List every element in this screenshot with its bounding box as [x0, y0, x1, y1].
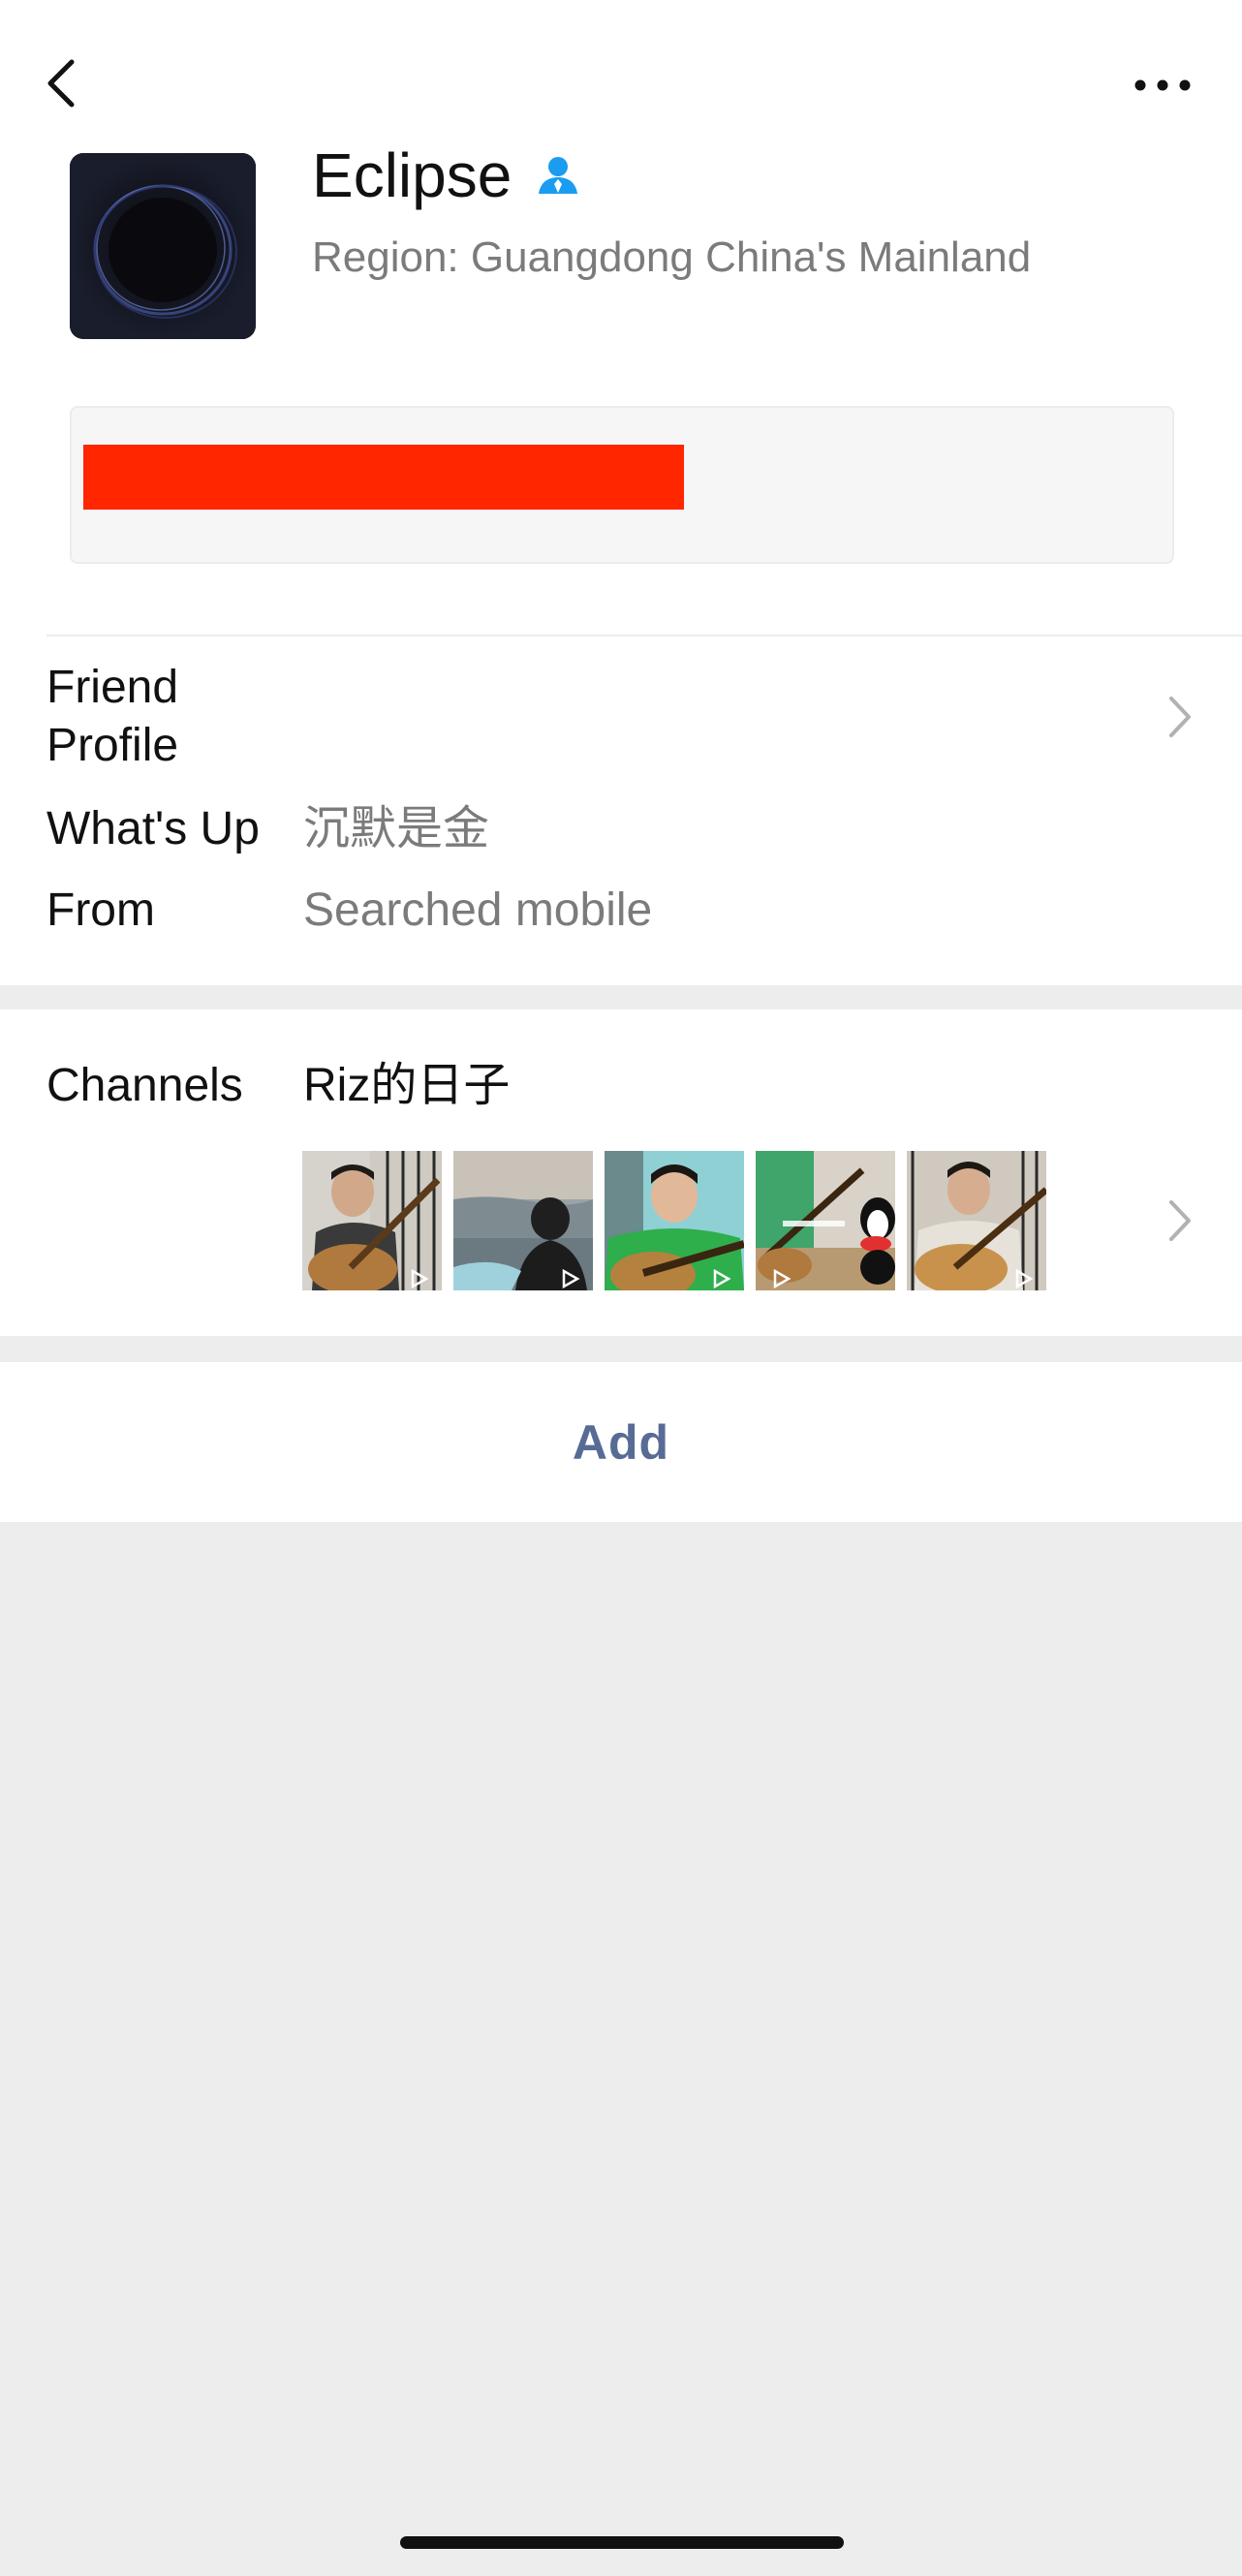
more-dots-icon [1134, 79, 1191, 91]
back-button[interactable] [41, 54, 89, 112]
channel-thumbnail[interactable] [302, 1151, 442, 1290]
chevron-right-icon[interactable] [1167, 1198, 1193, 1243]
channel-thumbnail[interactable] [453, 1151, 593, 1290]
from-label: From [47, 885, 155, 936]
channels-name: Riz的日子 [303, 1060, 511, 1111]
section-gap [0, 985, 1242, 1009]
from-value: Searched mobile [303, 885, 653, 936]
friend-profile-label-line2: Profile [47, 720, 179, 771]
friend-profile-label-line1: Friend [47, 662, 179, 713]
avatar-image [70, 153, 256, 339]
add-button[interactable]: Add [0, 1362, 1242, 1522]
channel-thumbnail[interactable] [907, 1151, 1046, 1290]
verified-contact-icon [536, 153, 580, 198]
channel-thumbnail[interactable] [756, 1151, 895, 1290]
channel-thumbnail[interactable] [605, 1151, 744, 1290]
region-text: Region: Guangdong China's Mainland [312, 233, 1032, 281]
chevron-right-icon [1167, 695, 1193, 739]
back-arrow-icon [47, 59, 75, 108]
avatar[interactable] [70, 153, 256, 339]
add-section: Add [0, 1362, 1242, 1522]
channels-label: Channels [47, 1060, 243, 1111]
whats-up-label: What's Up [47, 803, 260, 854]
section-divider [47, 635, 1242, 636]
redaction-bar [83, 445, 684, 510]
profile-name: Eclipse [312, 140, 512, 210]
home-indicator[interactable] [400, 2536, 844, 2549]
whats-up-value: 沉默是金 [303, 803, 490, 854]
more-button[interactable] [1132, 68, 1194, 103]
